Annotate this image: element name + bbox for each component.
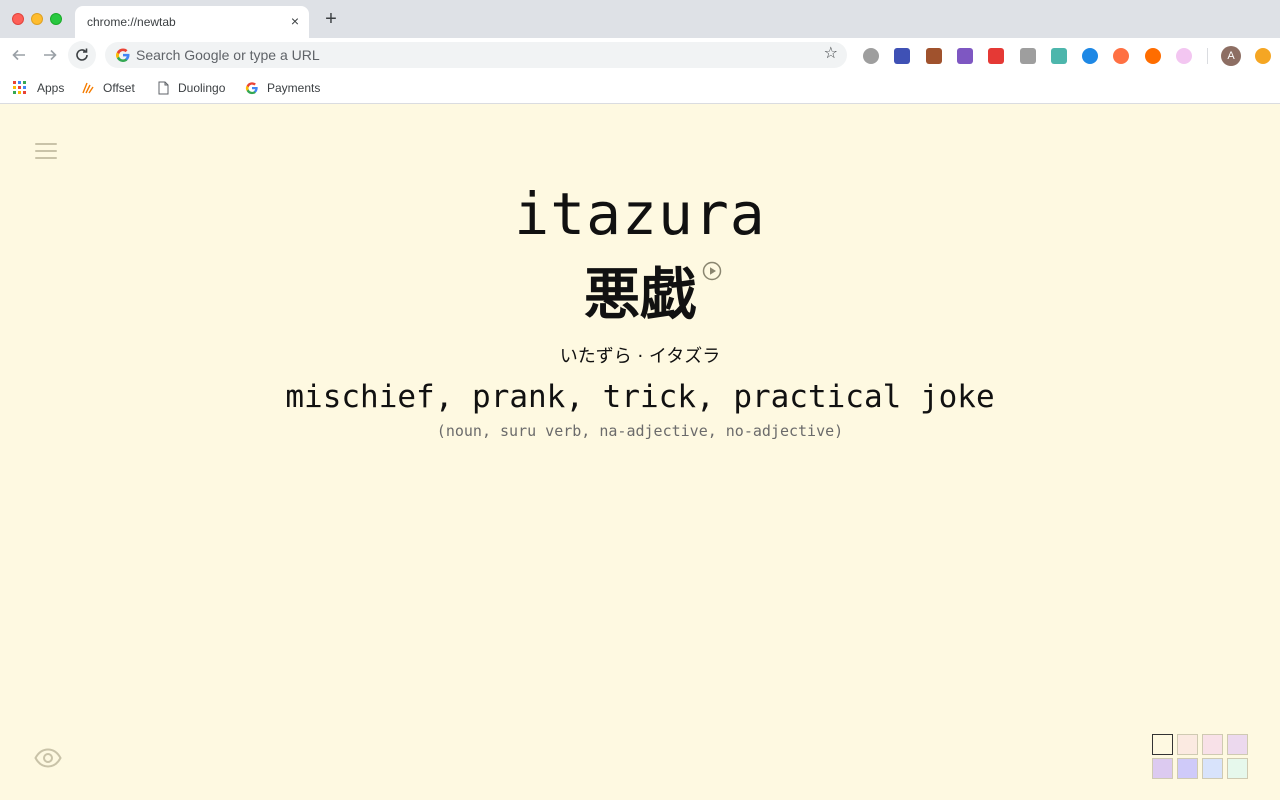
bookmark-duolingo[interactable]: Duolingo (156, 79, 225, 95)
word-kana: いたずら · イタズラ (559, 346, 721, 367)
bookmark-label: Payments (267, 80, 321, 95)
theme-swatch[interactable] (1227, 734, 1248, 755)
word-card: itazura 悪戯 いたずら · イタズラ mischief, prank, … (0, 175, 1280, 443)
face-extension-icon[interactable] (956, 48, 973, 64)
toolbar-divider (1207, 48, 1208, 64)
window-minimize-button[interactable] (31, 13, 43, 25)
theme-swatch[interactable] (1177, 758, 1198, 779)
orange-badge-extension-icon[interactable] (1255, 48, 1271, 64)
word-part-of-speech: (noun, suru verb, na-adjective, no-adjec… (436, 422, 844, 440)
theme-swatch[interactable] (1202, 734, 1223, 755)
play-audio-icon[interactable] (702, 261, 722, 281)
t-extension-icon[interactable] (1113, 48, 1130, 64)
pink-circle-extension-icon[interactable] (1176, 48, 1192, 64)
theme-swatch[interactable] (1152, 734, 1173, 755)
bar-chart-extension-icon[interactable] (894, 48, 911, 64)
bookmark-apps[interactable]: Apps (13, 79, 64, 95)
m-extension-icon[interactable] (863, 48, 879, 64)
profile-avatar[interactable]: A (1221, 46, 1241, 66)
theme-swatch[interactable] (1227, 758, 1248, 779)
grid-extension-icon[interactable] (1050, 48, 1067, 64)
tab-close-icon[interactable]: × (291, 14, 299, 28)
tab-title: chrome://newtab (87, 15, 176, 29)
window-close-button[interactable] (12, 13, 24, 25)
bookmark-label: Duolingo (178, 80, 226, 95)
blue-wave-extension-icon[interactable] (1082, 48, 1099, 64)
omnibox[interactable]: ☆ (105, 42, 847, 68)
orange-ring-extension-icon[interactable] (1144, 48, 1161, 64)
bookmark-offset[interactable]: Offset (81, 79, 135, 95)
bookmarks-bar: Apps Offset Duolingo Payments (0, 72, 1280, 104)
browser-toolbar: ☆ A (0, 38, 1280, 72)
theme-swatch[interactable] (1152, 758, 1173, 779)
tab-strip: chrome://newtab × + (0, 0, 1280, 38)
page-icon (158, 81, 169, 95)
google-icon (245, 82, 258, 94)
active-tab[interactable]: chrome://newtab × (75, 6, 309, 38)
arrow-left-icon (12, 49, 25, 61)
crx-extension-icon[interactable] (1019, 48, 1036, 64)
theme-swatch[interactable] (1177, 734, 1198, 755)
omnibox-input[interactable] (136, 42, 816, 68)
google-g-icon (116, 48, 130, 62)
bookmark-label: Offset (103, 80, 135, 95)
eye-icon[interactable] (34, 748, 62, 768)
kanji-row: 悪戯 (0, 261, 1280, 331)
word-kanji: 悪戯 (584, 263, 696, 328)
back-button[interactable] (9, 45, 29, 65)
theme-swatch[interactable] (1202, 758, 1223, 779)
arrow-right-icon (44, 49, 57, 61)
offset-icon (82, 82, 94, 94)
theme-swatches (1152, 734, 1250, 780)
bookmark-star-icon[interactable]: ☆ (824, 46, 838, 62)
new-tab-button[interactable]: + (321, 9, 341, 29)
forward-button[interactable] (40, 45, 60, 65)
bookmark-payments[interactable]: Payments (245, 79, 320, 95)
red-translate-extension-icon[interactable] (988, 48, 1005, 64)
hamburger-menu-icon[interactable] (35, 143, 57, 159)
window-maximize-button[interactable] (50, 13, 62, 25)
apps-grid-icon (13, 80, 26, 94)
word-romaji: itazura (514, 180, 766, 248)
bookmark-label: Apps (37, 80, 65, 95)
word-meaning: mischief, prank, trick, practical joke (285, 379, 995, 415)
reload-icon (76, 48, 88, 61)
cookie-extension-icon[interactable] (925, 48, 942, 64)
reload-button[interactable] (68, 41, 96, 69)
